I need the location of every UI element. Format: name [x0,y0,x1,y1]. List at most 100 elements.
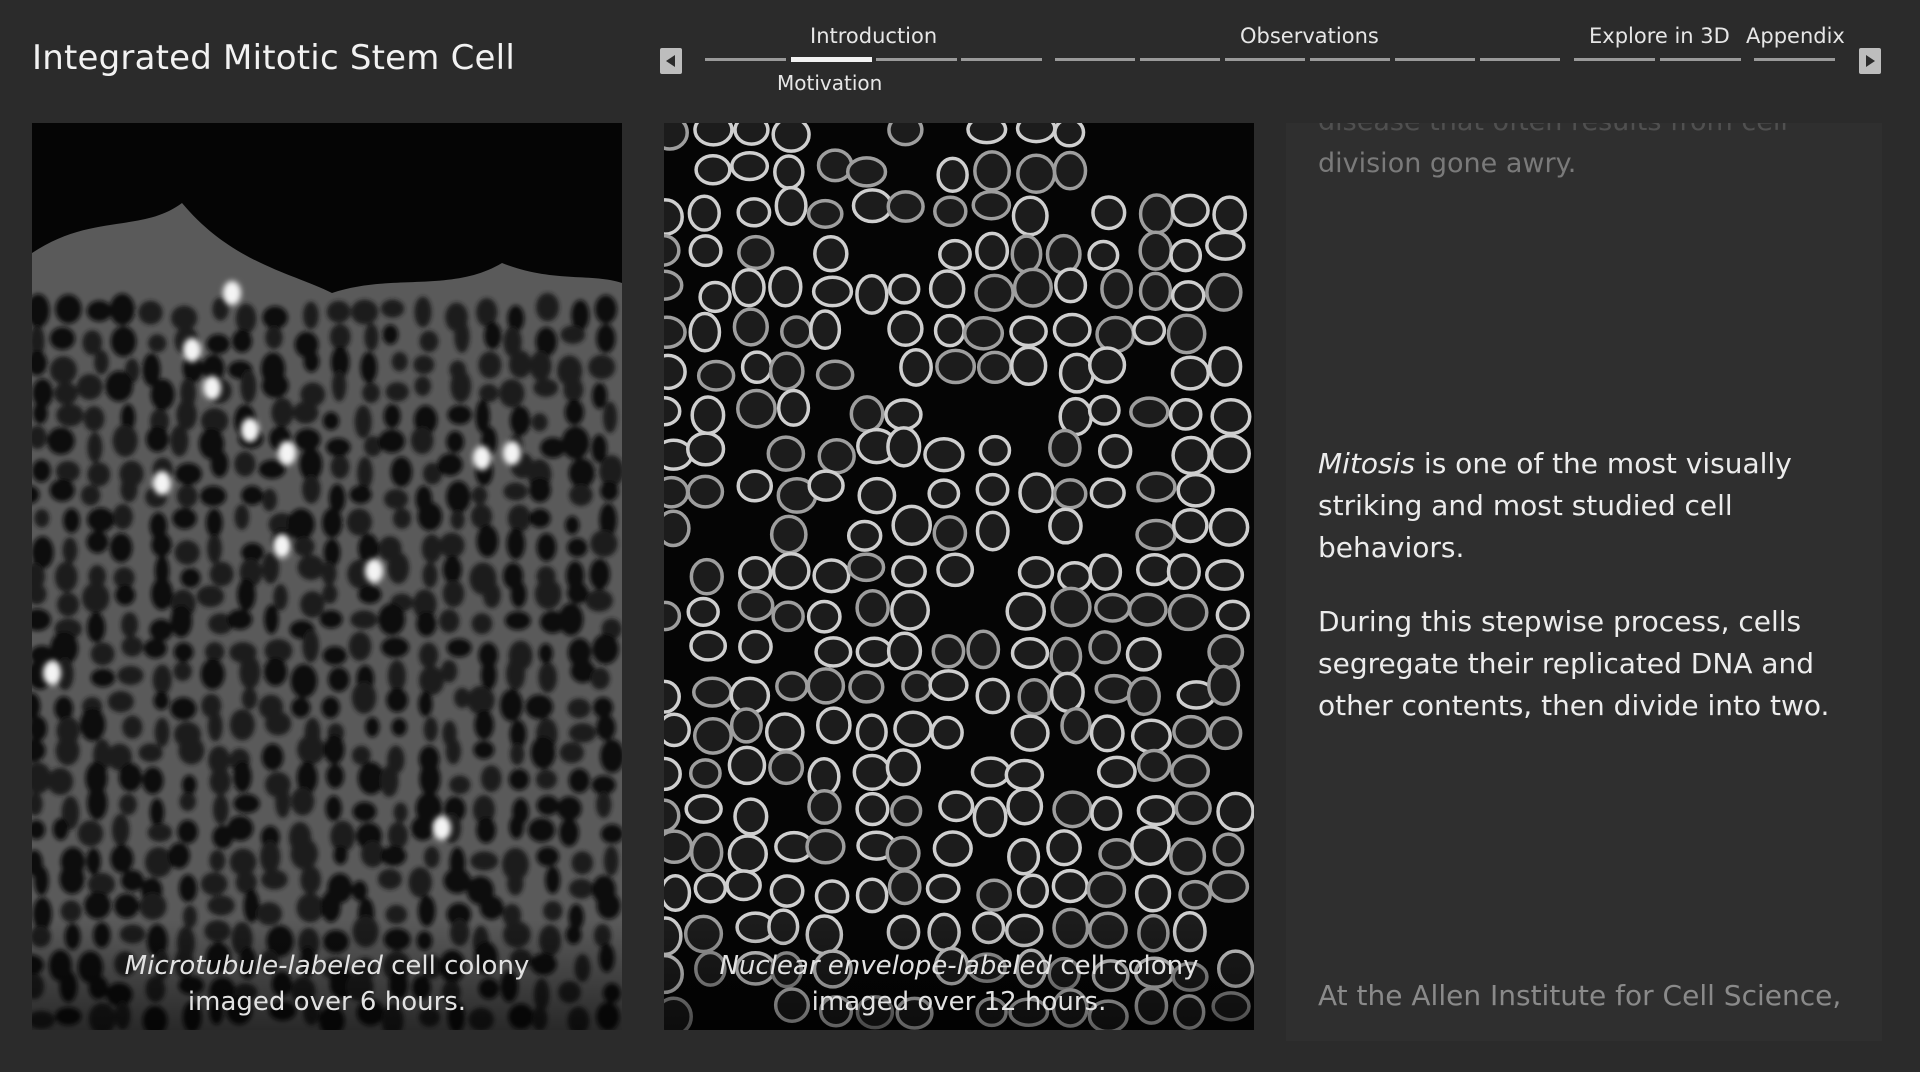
nucleus [737,589,775,622]
nucleus [1052,790,1093,829]
section-appendix[interactable]: Appendix [1746,24,1845,48]
nucleus [923,436,965,473]
nucleus [688,234,723,268]
section-observations[interactable]: Observations [1240,24,1379,48]
cell-hole [120,476,138,503]
cell-hole [261,869,288,890]
cell-hole [528,477,551,503]
cell-hole [350,610,378,629]
nucleus [1086,871,1127,908]
progress-segment[interactable] [1395,58,1475,61]
progress-segment[interactable] [1660,58,1741,61]
cell-hole [49,479,75,502]
nucleus [1016,873,1050,909]
cell-hole [506,528,526,560]
progress-segment[interactable] [1140,58,1220,61]
cell-hole [200,658,225,690]
cell-hole [357,456,373,490]
cell-hole [437,453,463,476]
cell-hole [55,736,80,766]
cell-hole [207,895,235,916]
previous-arrow-button[interactable] [660,48,682,74]
nucleus [686,596,720,628]
nucleus [1010,345,1048,387]
nucleus [884,398,923,431]
cell-hole [207,533,222,564]
cell-hole [168,842,190,869]
cell-hole [377,868,402,890]
cell-hole [235,303,257,334]
nucleus [689,630,728,662]
progress-segment[interactable] [705,58,786,61]
cell-hole [209,767,231,795]
cell-hole [530,736,556,770]
cell-hole [56,403,84,427]
cell-hole [319,610,343,629]
progress-segment[interactable] [1310,58,1390,61]
next-arrow-button[interactable] [1859,48,1881,74]
nucleus [1136,795,1176,827]
nucleus [664,315,687,350]
nucleus [1216,791,1254,832]
cell-hole [538,662,557,693]
cell-hole [478,351,502,379]
progress-segment[interactable] [1225,58,1305,61]
progress-segment[interactable] [1055,58,1135,61]
cell-hole [484,322,502,350]
nucleus [729,707,763,744]
nucleus [1097,433,1133,469]
cell-hole [34,865,49,896]
section-introduction[interactable]: Introduction [810,24,937,48]
progress-segment[interactable] [876,58,957,61]
bright-cell [433,816,451,840]
nucleus [811,275,854,308]
nucleus [738,629,773,664]
panel-caption: Microtubule-labeled cell colony imaged o… [32,920,622,1030]
nucleus [1207,664,1241,706]
progress-segment[interactable] [1480,58,1560,61]
progress-segment[interactable] [961,58,1042,61]
cell-hole [529,350,552,382]
cell-hole [506,657,526,691]
panel-caption: Nuclear envelope-labeled cell colony ima… [664,920,1254,1030]
nucleus [936,552,975,588]
progress-segment-active[interactable] [791,57,872,62]
cell-hole [351,745,371,765]
cell-hole [499,689,523,722]
progress-segment[interactable] [1574,58,1655,61]
microtubule-colony-image [32,203,622,1030]
current-subsection: Motivation [777,71,883,95]
cell-hole [381,636,410,658]
cell-hole [568,878,594,899]
nucleus [1172,714,1210,749]
story-text-panel[interactable]: disease that often results from cell div… [1286,123,1882,1041]
nucleus [664,712,691,748]
cell-hole [205,508,223,538]
cell-hole [227,609,253,630]
nucleus [1129,396,1170,428]
nucleus [928,669,969,702]
nucleus [1127,592,1168,627]
nucleus [1212,832,1245,867]
nucleus [932,830,973,867]
nucleus [664,798,681,833]
nucleus [1178,879,1212,910]
nucleus [740,350,774,385]
nucleus [855,636,894,668]
nucleus [1169,238,1203,273]
cell-hole [333,845,348,865]
cell-hole [393,802,408,823]
cell-hole [348,631,372,661]
cell-hole [259,840,281,874]
nucleus [806,599,842,634]
paragraph-process: During this stepwise process, cells segr… [1318,605,1830,722]
nucleus [1138,230,1173,271]
cell-hole [265,325,283,350]
cell-hole [49,356,77,385]
section-explore-3d[interactable]: Explore in 3D [1589,24,1730,48]
nucleus [1208,870,1250,903]
cell-hole [329,324,351,350]
progress-segment[interactable] [1754,58,1835,61]
nucleus [975,510,1010,552]
cell-hole [87,462,111,487]
